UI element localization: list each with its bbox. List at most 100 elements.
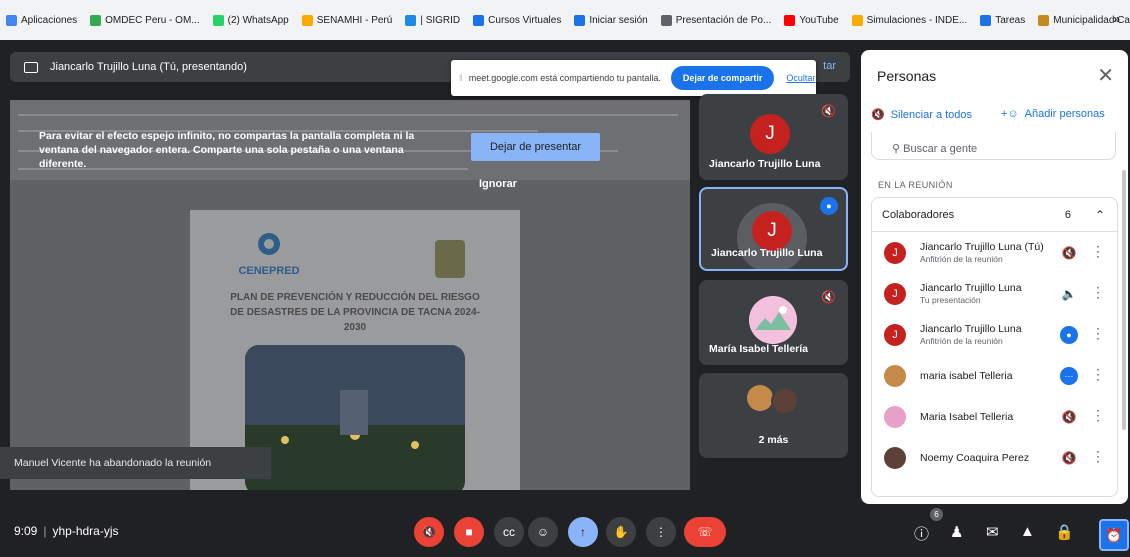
tile-name: María Isabel Tellería (709, 343, 809, 355)
meet-window: Aplicaciones OMDEC Peru - OM... (2) WhatsA… (0, 0, 1130, 557)
bookmark-item[interactable]: Simulaciones - INDE... (851, 14, 968, 26)
share-notice-text: meet.google.com está compartiendo tu pan… (468, 73, 661, 83)
presenter-bar-action[interactable]: tar (823, 60, 836, 72)
mic-off-icon[interactable]: 🔇 (1060, 408, 1078, 426)
present-button[interactable]: ↑ (568, 517, 598, 547)
group-header[interactable]: Colaboradores 6 ⌃ (872, 198, 1117, 232)
chevron-up-icon[interactable]: ⌃ (1095, 208, 1105, 222)
tile-name: Jiancarlo Trujillo Luna (711, 247, 823, 259)
scrollbar[interactable] (1122, 170, 1126, 430)
bookmark-favicon-icon (851, 14, 863, 26)
participant-row[interactable]: maria isabel Telleria ⋯ ⋮ (872, 355, 1117, 396)
host-controls-icon[interactable]: 🔒 (1055, 523, 1074, 541)
bookmark-label: OMDEC Peru - OM... (105, 14, 200, 26)
clock: 9:09 (14, 524, 38, 538)
bookmark-item[interactable]: Tareas (980, 14, 1025, 26)
search-input[interactable]: ⚲ Buscar a gente (871, 132, 1116, 160)
close-icon[interactable]: ✕ (1097, 63, 1114, 88)
participant-name: maria isabel Telleria (920, 370, 1013, 382)
bookmark-item[interactable]: OMDEC Peru - OM... (90, 14, 200, 26)
participant-row[interactable]: J Jiancarlo Trujillo Luna Anfitrión de la … (872, 314, 1117, 355)
more-vert-icon[interactable]: ⋮ (1091, 243, 1105, 260)
present-screen-icon (24, 61, 38, 73)
camera-toggle-button[interactable]: ■ (454, 517, 484, 547)
participant-tile-active[interactable]: J ● Jiancarlo Trujillo Luna (699, 187, 848, 271)
speaking-icon: ● (820, 197, 838, 215)
more-vert-icon[interactable]: ⋮ (1091, 325, 1105, 342)
bookmark-item[interactable]: YouTube (784, 14, 839, 26)
info-icon[interactable]: ⓘ (914, 523, 929, 544)
bookmark-favicon-icon (212, 14, 224, 26)
bookmark-item[interactable]: Iniciar sesión (574, 14, 648, 26)
avatar: J (750, 114, 790, 154)
mic-off-icon: 🔇 (821, 290, 836, 304)
tile-name: Jiancarlo Trujillo Luna (709, 158, 821, 170)
meeting-info: 9:09 | yhp-hdra-yjs (14, 524, 119, 538)
alarm-icon[interactable]: ⏰ (1099, 519, 1129, 551)
more-vert-icon[interactable]: ⋮ (1091, 366, 1105, 383)
avatar-image (747, 385, 773, 411)
participant-row[interactable]: J Jiancarlo Trujillo Luna (Tú) Anfitrión d… (872, 232, 1117, 273)
crest-icon (435, 240, 465, 278)
group-count: 6 (1064, 208, 1071, 221)
more-vert-icon[interactable]: ⋮ (1091, 407, 1105, 424)
meeting-code: yhp-hdra-yjs (52, 524, 119, 538)
bookmark-item[interactable]: Cursos Virtuales (473, 14, 562, 26)
add-people-button[interactable]: +☺ Añadir personas (1001, 108, 1105, 120)
drag-handle-icon[interactable]: ‖ (459, 73, 463, 83)
bookmark-favicon-icon (1038, 14, 1050, 26)
more-participants-tile[interactable]: 2 más (699, 373, 848, 458)
presenter-title: Jiancarlo Trujillo Luna (Tú, presentando… (50, 61, 247, 73)
reactions-button[interactable]: ☺ (528, 517, 558, 547)
bookmark-label: | SIGRID (420, 14, 461, 26)
search-placeholder: Buscar a gente (903, 143, 978, 155)
speaking-icon[interactable]: ● (1060, 326, 1078, 344)
participant-tile[interactable]: 🔇 María Isabel Tellería (699, 280, 848, 365)
mic-off-icon[interactable]: 🔇 (1060, 244, 1078, 262)
bookmark-item[interactable]: SENAMHI - Perú (301, 14, 392, 26)
bookmark-item[interactable]: (2) WhatsApp (212, 14, 289, 26)
mic-off-icon[interactable]: 🔇 (1060, 449, 1078, 467)
chat-icon[interactable]: ✉ (986, 523, 999, 541)
leave-call-button[interactable]: ☏ (684, 517, 726, 547)
ignore-button[interactable]: Ignorar (479, 178, 517, 190)
hide-link[interactable]: Ocultar (786, 73, 815, 83)
add-person-icon: +☺ (1001, 108, 1019, 120)
bookmark-label: Simulaciones - INDE... (866, 14, 968, 26)
mic-off-icon: 🔇 (871, 109, 885, 121)
avatar: J (884, 283, 906, 305)
bookmark-label: Cursos Virtuales (488, 14, 562, 26)
activities-icon[interactable]: ▲ (1020, 523, 1035, 540)
more-options-button[interactable]: ⋮ (646, 517, 676, 547)
people-icon[interactable]: ♟ (950, 523, 963, 541)
mute-all-label: Silenciar a todos (890, 108, 973, 121)
bookmarks-bar: Aplicaciones OMDEC Peru - OM... (2) WhatsA… (0, 0, 1130, 40)
document-photo (245, 345, 465, 490)
mic-toggle-button[interactable]: 🔇 (414, 517, 444, 547)
mute-all-button[interactable]: 🔇 Silenciar a todos (871, 108, 973, 122)
participant-row[interactable]: J Jiancarlo Trujillo Luna Tu presentación 🔈… (872, 273, 1117, 314)
more-audio-icon[interactable]: ⋯ (1060, 367, 1078, 385)
bookmark-item[interactable]: | SIGRID (405, 14, 461, 26)
participant-role: Tu presentación (920, 295, 981, 305)
speaker-off-icon[interactable]: 🔈 (1060, 285, 1078, 303)
more-count: 2 más (758, 434, 789, 446)
participant-tile[interactable]: J 🔇 Jiancarlo Trujillo Luna (699, 94, 848, 180)
bookmark-label: Presentación de Po... (675, 14, 772, 26)
bookmarks-overflow-button[interactable]: » (1113, 12, 1120, 26)
bookmark-item[interactable]: Presentación de Po... (660, 14, 772, 26)
captions-button[interactable]: cc (494, 517, 524, 547)
more-vert-icon[interactable]: ⋮ (1091, 284, 1105, 301)
share-notification: ‖ meet.google.com está compartiendo tu p… (451, 60, 816, 96)
more-vert-icon[interactable]: ⋮ (1091, 448, 1105, 465)
avatar (884, 406, 906, 428)
raise-hand-button[interactable]: ✋ (606, 517, 636, 547)
stop-sharing-button[interactable]: Dejar de compartir (670, 66, 775, 90)
bookmark-favicon-icon (784, 14, 796, 26)
stop-presenting-button[interactable]: Dejar de presentar (471, 133, 600, 161)
participant-row[interactable]: Maria Isabel Telleria 🔇 ⋮ (872, 396, 1117, 437)
participant-row[interactable]: Noemy Coaquira Perez 🔇 ⋮ (872, 437, 1117, 478)
bookmark-item[interactable]: Aplicaciones (6, 14, 77, 26)
control-bar: 9:09 | yhp-hdra-yjs 🔇 ■ cc ☺ ↑ ✋ ⋮ ☏ ⓘ ♟ ✉… (0, 504, 1130, 557)
left-meeting-toast: Manuel Vicente ha abandonado la reunión (0, 447, 271, 479)
